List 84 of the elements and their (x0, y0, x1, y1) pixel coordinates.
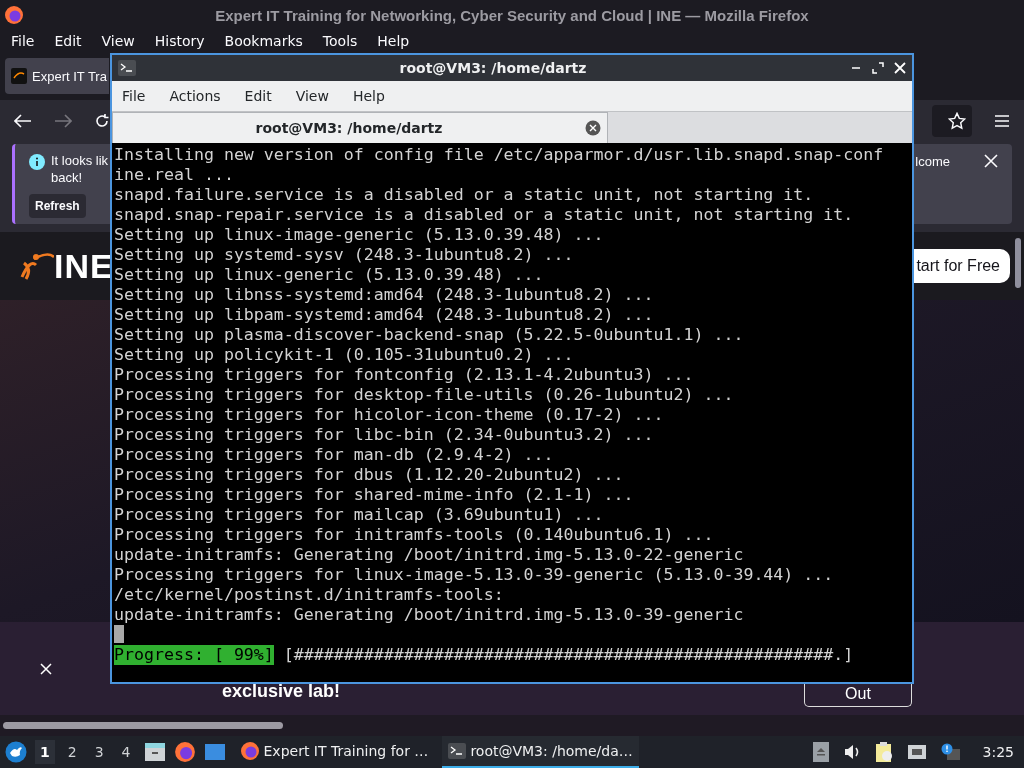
banner-text: exclusive lab! (222, 681, 341, 702)
terminal-line: snapd.failure.service is a disabled or a static unit, not starting it. (114, 185, 815, 205)
menu-icon[interactable] (994, 114, 1010, 128)
taskbar-task[interactable]: root@VM3: /home/da… (442, 736, 639, 768)
terminal-line: Processing triggers for mailcap (3.69ubuntu1) ... (114, 505, 605, 525)
notification-icon[interactable] (940, 743, 961, 761)
menu-item[interactable]: Bookmarks (224, 33, 303, 49)
terminal-icon (448, 743, 467, 759)
star-icon[interactable] (948, 112, 966, 130)
menu-item[interactable]: Edit (244, 88, 272, 104)
taskbar-task[interactable]: Expert IT Training for … (233, 736, 435, 768)
volume-icon[interactable] (842, 744, 861, 760)
progress-label: Progress: [ 99%] (114, 645, 274, 665)
refresh-button[interactable]: Refresh (29, 194, 86, 218)
network-icon[interactable] (906, 744, 927, 760)
terminal-line: update-initramfs: Generating /boot/initrd.img-5.13.0-39-generic (114, 605, 745, 625)
terminal-line: Setting up plasma-discover-backend-snap (5.22.5-0ubuntu1.1) ... (114, 325, 745, 345)
reload-icon[interactable] (94, 113, 110, 129)
scrollbar-thumb[interactable] (1015, 238, 1021, 288)
desktop-switcher[interactable]: 2 (62, 740, 82, 764)
notification-text: back! (51, 169, 83, 186)
menu-item[interactable]: View (295, 88, 329, 104)
window-title: Expert IT Training for Networking, Cyber Security and Cloud | INE — Mozilla Firefox (215, 6, 809, 24)
clock: 3:25 (982, 744, 1014, 760)
menu-item[interactable]: Actions (169, 88, 221, 104)
firefox-icon (4, 5, 24, 25)
desktop-switcher[interactable]: 4 (116, 740, 136, 764)
notification-text: lcome (915, 154, 950, 169)
terminal-line: Setting up linux-image-generic (5.13.0.39.48) ... (114, 225, 605, 245)
info-icon (29, 154, 45, 170)
terminal-line: Setting up libnss-systemd:amd64 (248.3-1ubuntu8.2) ... (114, 285, 655, 305)
terminal-line: Processing triggers for hicolor-icon-theme (0.17-2) ... (114, 405, 665, 425)
terminal-tab[interactable]: root@VM3: /home/dartz (112, 112, 608, 143)
firefox-icon[interactable] (173, 741, 196, 763)
desktop-switcher[interactable]: 1 (35, 740, 55, 764)
start-menu-icon[interactable] (5, 741, 27, 763)
menu-item[interactable]: Tools (322, 33, 358, 49)
terminal-line: Setting up libpam-systemd:amd64 (248.3-1ubuntu8.2) ... (114, 305, 655, 325)
browser-tab[interactable]: Expert IT Tra (5, 58, 109, 94)
menu-item[interactable]: Help (352, 88, 385, 104)
terminal-line: update-initramfs: Generating /boot/initrd.img-5.13.0-22-generic (114, 545, 745, 565)
terminal-icon (118, 60, 136, 76)
terminal-line: /etc/kernel/postinst.d/initramfs-tools: (114, 585, 505, 605)
terminal-line: Processing triggers for libc-bin (2.34-0ubuntu3.2) ... (114, 425, 655, 445)
window-title: root@VM3: /home/dartz (399, 60, 587, 76)
close-icon[interactable] (40, 662, 52, 675)
forward-icon[interactable] (54, 114, 72, 128)
terminal-line: Processing triggers for desktop-file-utils (0.26-1ubuntu2) ... (114, 385, 735, 405)
back-icon[interactable] (14, 114, 32, 128)
terminal-line: Setting up systemd-sysv (248.3-1ubuntu8.2) ... (114, 245, 575, 265)
terminal-line: snapd.snap-repair.service is a disabled or a static unit, not starting it. (114, 205, 855, 225)
file-cabinet-icon[interactable] (143, 742, 166, 762)
firefox-icon (239, 741, 260, 761)
scrollbar-thumb[interactable] (3, 722, 283, 729)
terminal-line: Processing triggers for fontconfig (2.13.1-4.2ubuntu3) ... (114, 365, 695, 385)
desktop-switcher[interactable]: 3 (89, 740, 109, 764)
menu-item[interactable]: Help (377, 33, 410, 49)
close-tab-icon[interactable] (585, 120, 601, 136)
favicon-icon (11, 68, 27, 84)
menu-item[interactable]: History (154, 33, 205, 49)
logo[interactable]: INE (20, 246, 114, 286)
close-icon[interactable] (984, 154, 998, 168)
terminal-line: Processing triggers for shared-mime-info (2.1-1) ... (114, 485, 635, 505)
terminal-line: Setting up linux-generic (5.13.0.39.48) ... (114, 265, 545, 285)
terminal-line: Setting up policykit-1 (0.105-31ubuntu0.2) ... (114, 345, 575, 365)
terminal-line: Processing triggers for dbus (1.12.20-2ubuntu2) ... (114, 465, 625, 485)
terminal-line: Processing triggers for linux-image-5.13.0-39-generic (5.13.0-39.44) ... (114, 565, 835, 585)
terminal-line: Processing triggers for man-db (2.9.4-2) ... (114, 445, 555, 465)
menu-item[interactable]: File (11, 33, 35, 49)
terminal-line: Processing triggers for initramfs-tools (0.140ubuntu6.1) ... (114, 525, 715, 545)
progress-bar-text: [######################################################.] (283, 645, 854, 665)
close-icon[interactable] (894, 62, 906, 74)
menu-item[interactable]: Edit (54, 33, 82, 49)
eject-icon[interactable] (812, 742, 829, 762)
address-bar[interactable] (932, 105, 972, 137)
terminal-line: Installing new version of config file /etc/apparmor.d/usr.lib.snapd.snap-conf (114, 145, 885, 165)
clipboard-icon[interactable] (874, 741, 893, 763)
terminal-line: ine.real ... (114, 165, 235, 185)
notification-text: It looks lik (51, 152, 109, 169)
menu-item[interactable]: View (101, 33, 135, 49)
desktop-icon[interactable] (203, 742, 226, 762)
menu-item[interactable]: File (122, 88, 146, 104)
text-cursor (114, 625, 124, 643)
maximize-icon[interactable] (872, 62, 884, 74)
